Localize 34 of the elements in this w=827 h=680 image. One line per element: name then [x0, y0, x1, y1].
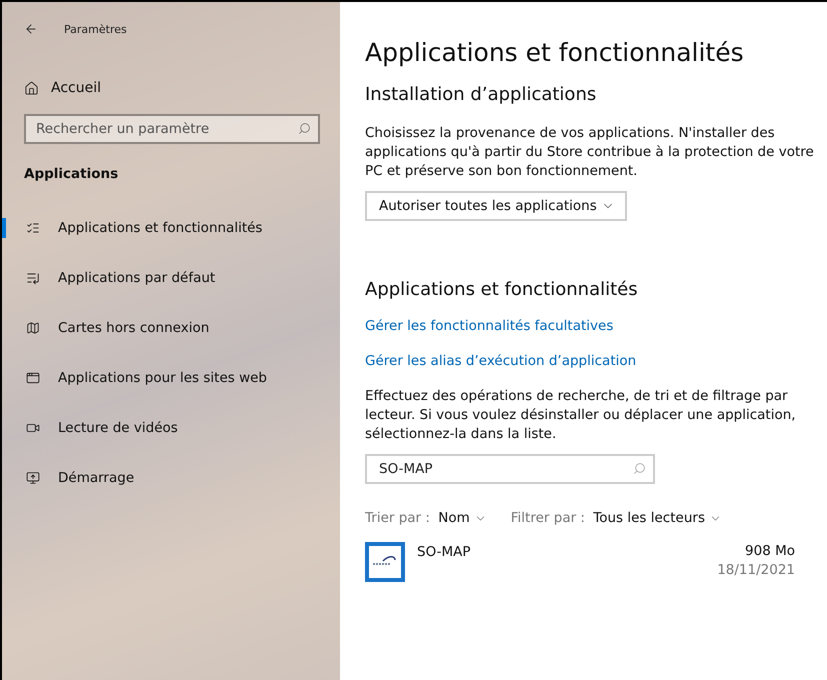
- map-icon: [26, 321, 40, 335]
- link[interactable]: Gérer les alias d’exécution d’application: [365, 353, 636, 369]
- nav-item[interactable]: Applications et fonctionnalités: [2, 203, 340, 253]
- nav-item[interactable]: Applications pour les sites web: [2, 353, 340, 403]
- home-link[interactable]: Accueil: [2, 76, 340, 100]
- search-field[interactable]: SO-MAP: [365, 454, 655, 484]
- home-icon: [24, 80, 39, 96]
- sort-dropdown[interactable]: Trier par : Nom: [365, 510, 487, 526]
- app-name: SO-MAP: [417, 543, 472, 562]
- app-date: 18/11/2021: [717, 561, 795, 580]
- nav-item[interactable]: Applications par défaut: [2, 253, 340, 303]
- nav-item[interactable]: Cartes hors connexion: [2, 303, 340, 353]
- app-logo-icon: [365, 542, 405, 582]
- page-title: Applications et fonctionnalités: [365, 38, 745, 69]
- section-heading: Installation d’applications: [365, 84, 598, 105]
- app-size: 908 Mo: [745, 542, 795, 561]
- link[interactable]: Gérer les fonctionnalités facultatives: [365, 318, 614, 334]
- nav-item[interactable]: Démarrage: [2, 453, 340, 503]
- section-heading: Applications et fonctionnalités: [365, 279, 639, 300]
- search-icon: [633, 462, 646, 475]
- section-heading: Applications: [23, 166, 120, 184]
- monitor-arrow-icon: [26, 471, 40, 485]
- filter-dropdown[interactable]: Filtrer par : Tous les lecteurs: [510, 510, 722, 526]
- back-icon[interactable]: [24, 22, 38, 36]
- description-text: Choisissez la provenance de vos applications. N'installer des applications qu'à partir du Store contribue à la protection de votre PC et préserve son bon fonctionnement.: [365, 124, 815, 181]
- list-icon: [26, 221, 40, 235]
- search-icon: [298, 122, 311, 135]
- search-field[interactable]: Rechercher un paramètre: [24, 114, 320, 144]
- list-arrow-icon: [26, 271, 40, 285]
- window-title: Paramètres: [64, 22, 127, 36]
- video-camera-icon: [26, 421, 40, 435]
- description-text: Effectuez des opérations de recherche, de tri et de filtrage par lecteur. Si vous voulez désinstaller ou déplacer une application, sélectionnez-la dans la liste.: [365, 387, 797, 444]
- nav-item[interactable]: Lecture de vidéos: [2, 403, 340, 453]
- source-dropdown[interactable]: Autoriser toutes les applications: [365, 191, 627, 221]
